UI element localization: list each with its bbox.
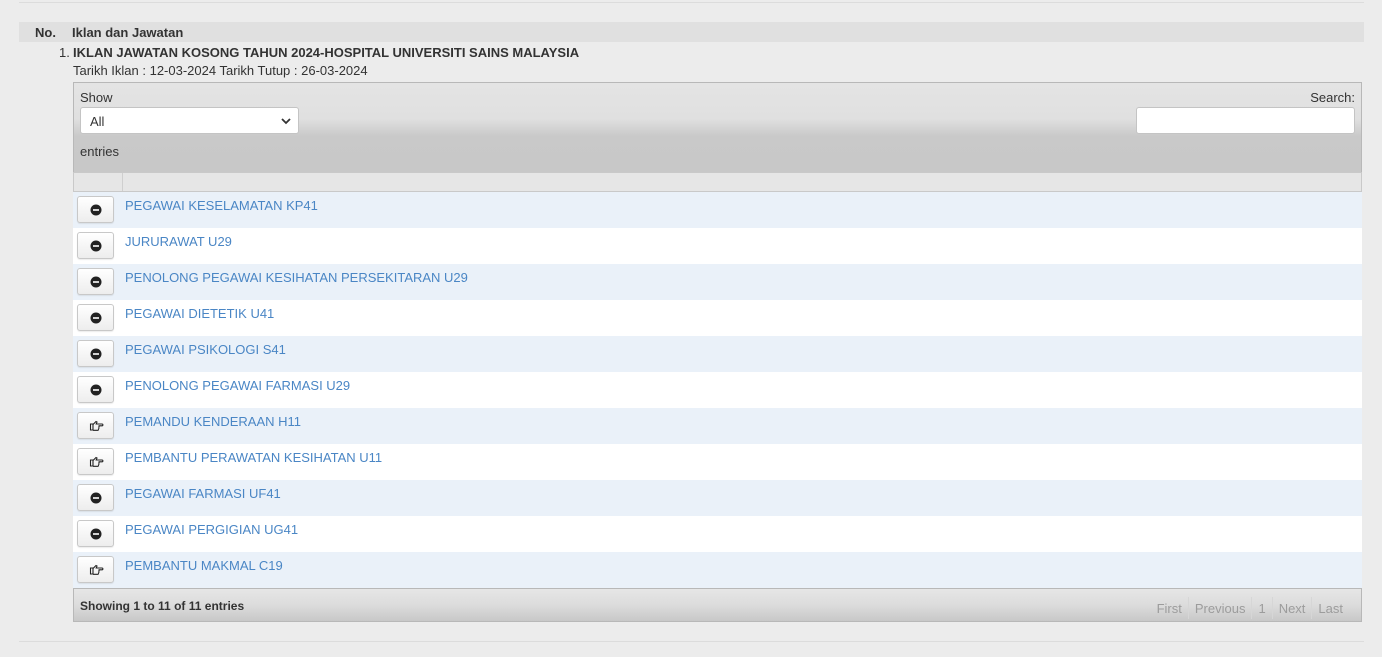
- info-end: 11: [158, 599, 171, 613]
- info-to: to: [143, 599, 155, 613]
- pager-previous-button[interactable]: Previous: [1187, 597, 1252, 619]
- list-header: No. Iklan dan Jawatan: [19, 22, 1364, 42]
- job-title-link[interactable]: PENOLONG PEGAWAI FARMASI U29: [125, 378, 350, 393]
- table-row: PEGAWAI FARMASI UF41: [73, 480, 1362, 516]
- table-footer: Showing 1 to 11 of 11 entries First Prev…: [73, 588, 1362, 622]
- item-title: IKLAN JAWATAN KOSONG TAHUN 2024-HOSPITAL…: [73, 45, 580, 60]
- pager-first-button[interactable]: First: [1151, 597, 1188, 619]
- job-title-link[interactable]: PEMBANTU MAKMAL C19: [125, 558, 283, 573]
- job-title-link[interactable]: PEGAWAI KESELAMATAN KP41: [125, 198, 318, 213]
- pager-next-button[interactable]: Next: [1271, 597, 1312, 619]
- job-title-link[interactable]: PEGAWAI PERGIGIAN UG41: [125, 522, 298, 537]
- row-action-button[interactable]: [77, 412, 114, 439]
- job-title-link[interactable]: PEGAWAI PSIKOLOGI S41: [125, 342, 286, 357]
- row-action-button[interactable]: [77, 556, 114, 583]
- job-title-link[interactable]: PEGAWAI DIETETIK U41: [125, 306, 274, 321]
- item-dates: Tarikh Iklan : 12-03-2024 Tarikh Tutup :…: [73, 63, 368, 78]
- search-input[interactable]: [1136, 107, 1355, 134]
- row-action-button[interactable]: [77, 232, 114, 259]
- search-label: Search:: [1310, 90, 1355, 105]
- entries-length-select[interactable]: All: [80, 107, 299, 134]
- row-action-button[interactable]: [77, 340, 114, 367]
- table-body: PEGAWAI KESELAMATAN KP41 JURURAWAT U29 PEN…: [73, 192, 1362, 588]
- item-number: 1.: [59, 45, 70, 60]
- info-prefix: Showing: [80, 599, 130, 613]
- chevron-down-icon: [281, 118, 291, 125]
- table-row: PEMANDU KENDERAAN H11: [73, 408, 1362, 444]
- header-title: Iklan dan Jawatan: [72, 25, 184, 40]
- row-action-button[interactable]: [77, 268, 114, 295]
- job-title-link[interactable]: JURURAWAT U29: [125, 234, 232, 249]
- table-row: PENOLONG PEGAWAI FARMASI U29: [73, 372, 1362, 408]
- top-divider: [19, 2, 1364, 3]
- row-action-button[interactable]: [77, 196, 114, 223]
- bottom-divider: [19, 641, 1364, 642]
- pager-page-1-button[interactable]: 1: [1251, 597, 1271, 619]
- info-of: of: [174, 599, 186, 613]
- table-row: PEMBANTU MAKMAL C19: [73, 552, 1362, 588]
- table-row: JURURAWAT U29: [73, 228, 1362, 264]
- pagination: First Previous 1 Next Last: [1151, 597, 1349, 619]
- row-action-button[interactable]: [77, 304, 114, 331]
- row-action-button[interactable]: [77, 484, 114, 511]
- job-title-link[interactable]: PEMBANTU PERAWATAN KESIHATAN U11: [125, 450, 382, 465]
- info-suffix: entries: [204, 599, 245, 613]
- job-title-link[interactable]: PENOLONG PEGAWAI KESIHATAN PERSEKITARAN …: [125, 270, 468, 285]
- pager-last-button[interactable]: Last: [1311, 597, 1349, 619]
- job-title-link[interactable]: PEMANDU KENDERAAN H11: [125, 414, 301, 429]
- table-row: PEMBANTU PERAWATAN KESIHATAN U11: [73, 444, 1362, 480]
- table-info: Showing 1 to 11 of 11 entries: [80, 599, 244, 613]
- entries-label: entries: [80, 144, 120, 159]
- info-total: 11: [188, 599, 202, 613]
- table-row: PEGAWAI DIETETIK U41: [73, 300, 1362, 336]
- info-start: 1: [133, 599, 141, 613]
- table-header: [73, 172, 1362, 192]
- length-select-value: All: [90, 114, 105, 129]
- table-row: PENOLONG PEGAWAI KESIHATAN PERSEKITARAN …: [73, 264, 1362, 300]
- header-no: No.: [35, 25, 56, 40]
- job-title-link[interactable]: PEGAWAI FARMASI UF41: [125, 486, 281, 501]
- row-action-button[interactable]: [77, 448, 114, 475]
- table-row: PEGAWAI KESELAMATAN KP41: [73, 192, 1362, 228]
- table-toolbar: Show All entries Search:: [73, 82, 1362, 172]
- row-action-button[interactable]: [77, 520, 114, 547]
- show-label: Show: [80, 90, 113, 105]
- header-separator: [122, 173, 123, 191]
- table-row: PEGAWAI PERGIGIAN UG41: [73, 516, 1362, 552]
- table-row: PEGAWAI PSIKOLOGI S41: [73, 336, 1362, 372]
- row-action-button[interactable]: [77, 376, 114, 403]
